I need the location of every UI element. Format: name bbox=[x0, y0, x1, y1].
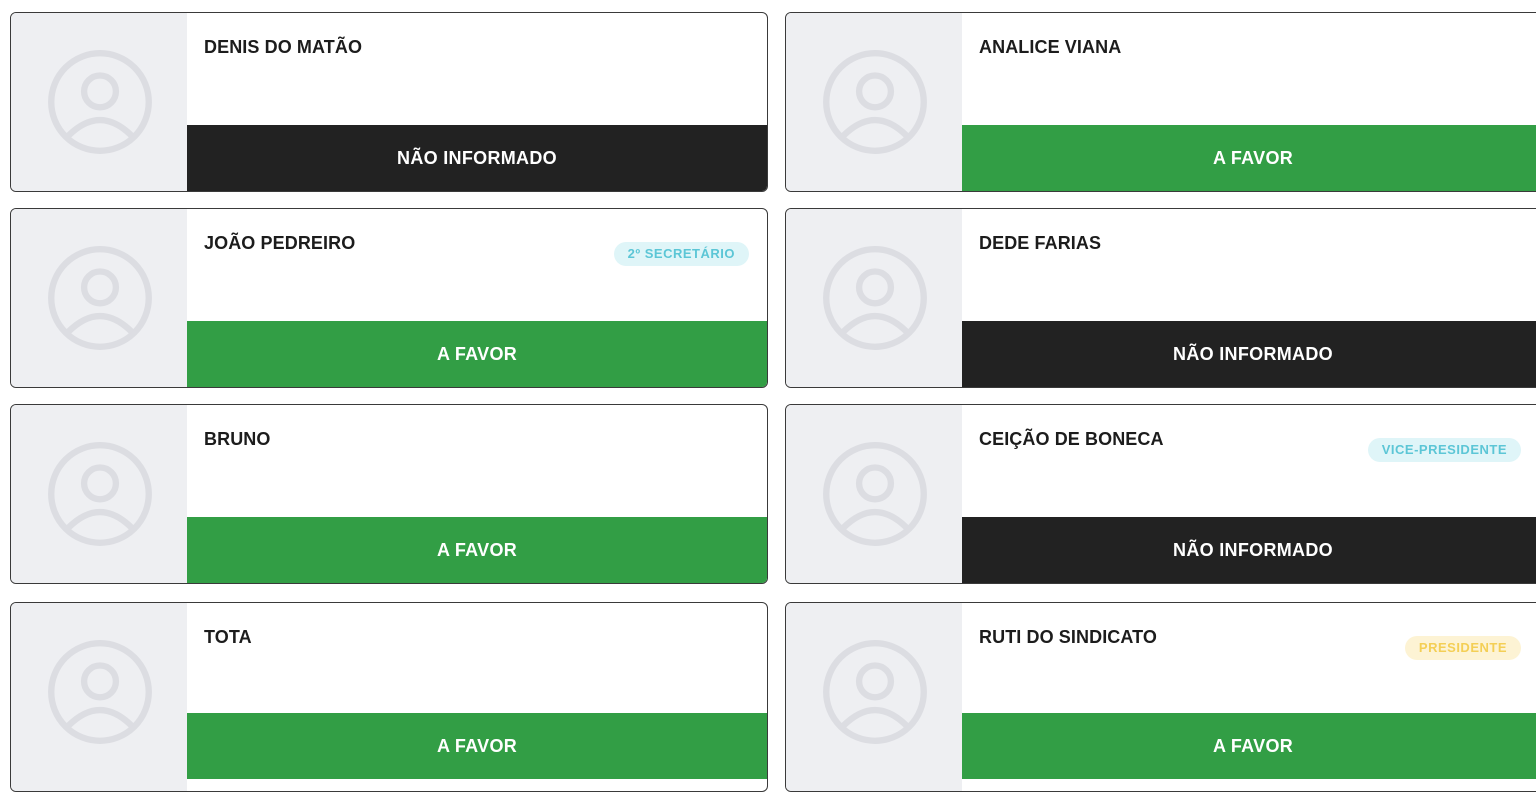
member-card[interactable]: RUTI DO SINDICATO PRESIDENTE A FAVOR bbox=[785, 602, 1536, 792]
role-badge: 2º SECRETÁRIO bbox=[613, 242, 749, 266]
user-placeholder-icon bbox=[48, 640, 152, 744]
vote-status: A FAVOR bbox=[962, 125, 1536, 191]
avatar bbox=[786, 405, 962, 583]
user-placeholder-icon bbox=[823, 50, 927, 154]
vote-status: NÃO INFORMADO bbox=[962, 321, 1536, 387]
user-placeholder-icon bbox=[823, 640, 927, 744]
member-name: CEIÇÃO DE BONECA bbox=[979, 429, 1164, 449]
vote-status: A FAVOR bbox=[187, 517, 767, 583]
member-card[interactable]: ANALICE VIANA A FAVOR bbox=[785, 12, 1536, 192]
user-placeholder-icon bbox=[823, 246, 927, 350]
avatar bbox=[786, 13, 962, 191]
member-name: DEDE FARIAS bbox=[979, 233, 1102, 253]
member-card[interactable]: TOTA A FAVOR bbox=[10, 602, 768, 792]
user-placeholder-icon bbox=[823, 442, 927, 546]
avatar bbox=[11, 603, 187, 791]
vote-status: NÃO INFORMADO bbox=[187, 125, 767, 191]
avatar bbox=[786, 603, 962, 791]
avatar bbox=[786, 209, 962, 387]
member-name: RUTI DO SINDICATO bbox=[979, 627, 1158, 647]
user-placeholder-icon bbox=[48, 50, 152, 154]
vote-status: A FAVOR bbox=[962, 713, 1536, 779]
vote-status: NÃO INFORMADO bbox=[962, 517, 1536, 583]
member-card[interactable]: DENIS DO MATÃO NÃO INFORMADO bbox=[10, 12, 768, 192]
member-name: JOÃO PEDREIRO bbox=[204, 233, 356, 253]
member-name: TOTA bbox=[204, 627, 252, 647]
user-placeholder-icon bbox=[48, 246, 152, 350]
member-name: ANALICE VIANA bbox=[979, 37, 1122, 57]
member-card[interactable]: DEDE FARIAS NÃO INFORMADO bbox=[785, 208, 1536, 388]
avatar bbox=[11, 13, 187, 191]
avatar bbox=[11, 209, 187, 387]
role-badge: PRESIDENTE bbox=[1404, 636, 1521, 660]
member-name: BRUNO bbox=[204, 429, 271, 449]
role-badge: VICE-PRESIDENTE bbox=[1367, 438, 1521, 462]
avatar bbox=[11, 405, 187, 583]
member-card[interactable]: JOÃO PEDREIRO 2º SECRETÁRIO A FAVOR bbox=[10, 208, 768, 388]
user-placeholder-icon bbox=[48, 442, 152, 546]
member-card[interactable]: BRUNO A FAVOR bbox=[10, 404, 768, 584]
vote-status: A FAVOR bbox=[187, 321, 767, 387]
member-name: DENIS DO MATÃO bbox=[204, 37, 363, 57]
vote-status: A FAVOR bbox=[187, 713, 767, 779]
member-card[interactable]: CEIÇÃO DE BONECA VICE-PRESIDENTE NÃO INF… bbox=[785, 404, 1536, 584]
